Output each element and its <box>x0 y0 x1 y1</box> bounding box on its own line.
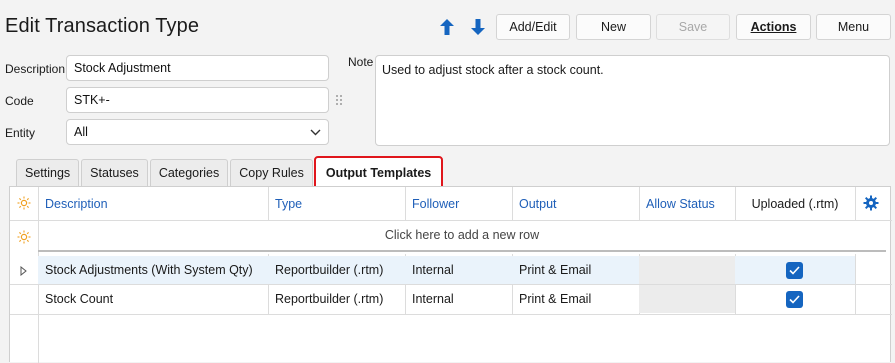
column-header-type[interactable]: Type <box>268 187 405 220</box>
arrow-up-icon <box>440 19 454 35</box>
column-header-uploaded[interactable]: Uploaded (.rtm) <box>735 187 855 220</box>
save-button[interactable]: Save <box>656 14 730 40</box>
arrow-down-icon <box>471 19 485 35</box>
actions-label: Actions <box>750 20 797 34</box>
actions-button[interactable]: Actions <box>736 14 811 40</box>
uploaded-checkbox[interactable] <box>786 291 803 308</box>
column-header-allow-status[interactable]: Allow Status <box>639 187 735 220</box>
cell-type[interactable]: Reportbuilder (.rtm) <box>268 256 405 284</box>
code-field[interactable] <box>66 87 329 113</box>
description-input[interactable] <box>74 61 321 75</box>
row-indicator-icon <box>20 265 27 279</box>
cell-description[interactable]: Stock Count <box>38 285 268 313</box>
tab-categories[interactable]: Categories <box>149 159 229 186</box>
entity-select[interactable]: All <box>66 119 329 145</box>
tab-output-templates[interactable]: Output Templates <box>313 156 444 188</box>
entity-label: Entity <box>5 126 36 140</box>
cell-description[interactable]: Stock Adjustments (With System Qty) <box>38 256 268 284</box>
grid-settings-gear-icon[interactable] <box>863 195 879 214</box>
cell-follower[interactable]: Internal <box>405 256 512 284</box>
uploaded-checkbox[interactable] <box>786 262 803 279</box>
new-button[interactable]: New <box>576 14 651 40</box>
code-label: Code <box>5 94 34 108</box>
tab-copy-rules[interactable]: Copy Rules <box>230 159 313 186</box>
add-edit-button[interactable]: Add/Edit <box>496 14 570 40</box>
description-label: Description <box>5 62 66 76</box>
cell-output[interactable]: Print & Email <box>512 256 639 284</box>
drag-handle-icon[interactable] <box>335 94 343 109</box>
column-header-description[interactable]: Description <box>38 187 268 220</box>
cell-follower[interactable]: Internal <box>405 285 512 313</box>
output-templates-grid: Description Type Follower Output Allow S… <box>9 186 892 363</box>
tab-statuses[interactable]: Statuses <box>81 159 148 186</box>
move-down-button[interactable] <box>469 16 487 38</box>
tab-bar: Settings Statuses Categories Copy Rules … <box>16 156 444 188</box>
column-header-output[interactable]: Output <box>512 187 639 220</box>
description-field[interactable] <box>66 55 329 81</box>
tab-settings[interactable]: Settings <box>16 159 80 186</box>
note-textarea[interactable]: Used to adjust stock after a stock count… <box>375 55 890 146</box>
cell-type[interactable]: Reportbuilder (.rtm) <box>268 285 405 313</box>
checkmark-icon <box>789 266 800 275</box>
cell-allow-status[interactable] <box>639 256 735 284</box>
column-settings-sun-icon[interactable] <box>17 196 31 213</box>
chevron-down-icon <box>310 129 321 135</box>
checkmark-icon <box>789 295 800 304</box>
cell-allow-status[interactable] <box>639 285 735 313</box>
cell-output[interactable]: Print & Email <box>512 285 639 313</box>
new-row-sun-icon <box>17 230 31 247</box>
note-label: Note <box>348 55 374 69</box>
column-header-follower[interactable]: Follower <box>405 187 512 220</box>
menu-button[interactable]: Menu <box>816 14 891 40</box>
code-input[interactable] <box>74 93 321 107</box>
page-title: Edit Transaction Type <box>5 15 200 37</box>
add-new-row[interactable]: Click here to add a new row <box>38 220 886 250</box>
entity-value: All <box>74 125 88 139</box>
move-up-button[interactable] <box>438 16 456 38</box>
